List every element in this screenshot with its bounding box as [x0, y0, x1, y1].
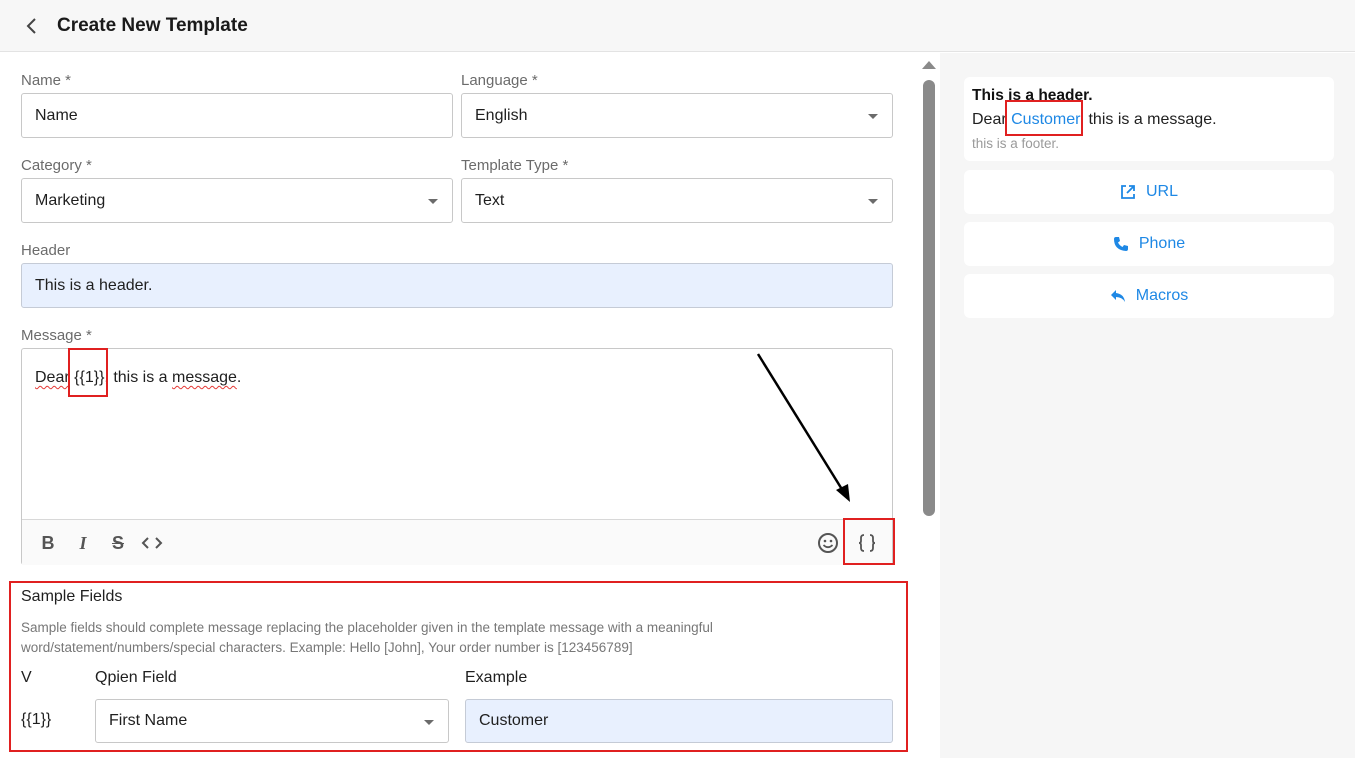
- header-label: Header: [21, 242, 71, 259]
- column-header-example: Example: [465, 669, 528, 686]
- page-title: Create New Template: [57, 14, 248, 36]
- back-button[interactable]: [16, 10, 48, 42]
- bold-icon: B: [41, 532, 55, 553]
- message-label: Message *: [21, 327, 92, 344]
- template-preview-panel: This is a header. Dear Customer, this is…: [940, 53, 1355, 758]
- dropdown-caret-icon: [428, 199, 438, 204]
- strikethrough-icon: S: [111, 532, 124, 553]
- message-word: message: [172, 369, 237, 386]
- code-button[interactable]: [140, 531, 164, 555]
- category-label: Category *: [21, 157, 92, 174]
- top-bar: Create New Template: [0, 0, 1355, 52]
- preview-phone-label: Phone: [1138, 235, 1186, 252]
- template-type-label: Template Type *: [461, 157, 569, 174]
- preview-header: This is a header.: [972, 87, 1093, 104]
- open-in-new-icon: [1121, 185, 1135, 199]
- bold-button[interactable]: B: [36, 531, 60, 555]
- phone-icon: [1113, 237, 1128, 251]
- header-input[interactable]: This is a header.: [21, 263, 893, 308]
- dropdown-caret-icon: [868, 114, 878, 119]
- language-select[interactable]: English: [461, 93, 893, 138]
- preview-footer: this is a footer.: [972, 136, 1060, 151]
- name-input[interactable]: Name: [21, 93, 453, 138]
- sample-field-select[interactable]: First Name: [95, 699, 449, 743]
- chevron-left-icon: [26, 17, 36, 34]
- insert-variable-button[interactable]: [855, 531, 879, 555]
- sample-field-select-value: First Name: [109, 712, 188, 729]
- preview-message-suffix: , this is a message.: [1079, 111, 1217, 128]
- reply-icon: [1110, 290, 1125, 302]
- name-input-value: Name: [35, 106, 78, 124]
- column-header-field: Qpien Field: [95, 669, 177, 686]
- message-text[interactable]: Dear {{1}}, this is a message.: [35, 369, 241, 387]
- preview-variable: Customer: [1011, 111, 1080, 128]
- preview-message-card: This is a header. Dear Customer, this is…: [964, 77, 1334, 161]
- editor-toolbar: B I S: [22, 519, 892, 565]
- emoji-icon: [818, 533, 838, 553]
- preview-url-label: URL: [1145, 183, 1178, 200]
- emoji-button[interactable]: [816, 531, 840, 555]
- message-text-part: , this is a: [104, 369, 172, 386]
- preview-message: Dear Customer, this is a message.: [972, 111, 1217, 129]
- sample-row-variable: {{1}}: [21, 711, 52, 728]
- preview-macros-button[interactable]: Macros: [964, 274, 1334, 318]
- preview-message-prefix: Dear: [972, 111, 1012, 128]
- dropdown-caret-icon: [424, 720, 434, 725]
- header-input-value: This is a header.: [35, 276, 153, 294]
- message-word: Dear: [35, 369, 70, 386]
- sample-fields-title: Sample Fields: [21, 588, 123, 605]
- sample-example-value: Customer: [479, 712, 549, 729]
- message-placeholder: {{1}}: [74, 369, 105, 386]
- template-form: Name * Name Language * English Category …: [0, 53, 940, 758]
- annotation-arrow: [756, 353, 850, 502]
- italic-icon: I: [79, 532, 87, 553]
- code-icon: [141, 537, 163, 549]
- preview-phone-button[interactable]: Phone: [964, 222, 1334, 266]
- language-select-value: English: [475, 106, 528, 124]
- template-type-select[interactable]: Text: [461, 178, 893, 223]
- category-select-value: Marketing: [35, 191, 106, 209]
- dropdown-caret-icon: [868, 199, 878, 204]
- sample-fields-description: Sample fields should complete message re…: [21, 620, 713, 655]
- language-label: Language *: [461, 72, 538, 89]
- preview-url-button[interactable]: URL: [964, 170, 1334, 214]
- strikethrough-button[interactable]: S: [106, 531, 130, 555]
- scroll-up-arrow-icon[interactable]: [922, 61, 936, 69]
- scrollbar-thumb[interactable]: [923, 80, 935, 516]
- category-select[interactable]: Marketing: [21, 178, 453, 223]
- sample-example-input[interactable]: Customer: [465, 699, 893, 743]
- preview-macros-label: Macros: [1135, 287, 1189, 304]
- template-type-select-value: Text: [475, 191, 505, 209]
- curly-braces-icon: [858, 534, 876, 552]
- italic-button[interactable]: I: [71, 531, 95, 555]
- name-label: Name *: [21, 72, 72, 89]
- message-text-part: .: [236, 369, 242, 386]
- column-header-v: V: [21, 669, 32, 686]
